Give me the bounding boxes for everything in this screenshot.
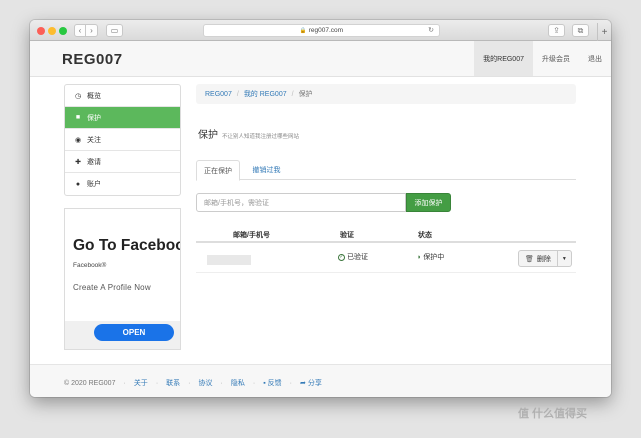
check-circle-icon: ✓ (338, 253, 345, 261)
footer-link-share[interactable]: 分享 (308, 378, 322, 388)
gift-icon: ✚ (75, 158, 81, 166)
footer-separator: · (252, 379, 256, 387)
minimize-window-button[interactable] (48, 27, 56, 35)
footer-separator: · (220, 379, 223, 387)
breadcrumb-home[interactable]: REG007 (205, 91, 232, 98)
sidebar-item-account[interactable]: ● 账户 (65, 173, 180, 195)
tabs-overview-icon[interactable]: ⧉ (572, 24, 589, 37)
breadcrumb: REG007 / 我的 REG007 / 保护 (196, 84, 576, 104)
add-protection-form: 邮箱/手机号，需验证 添加保护 (196, 193, 451, 212)
footer-link-privacy[interactable]: 隐私 (231, 378, 245, 388)
shield-icon: ◗ (417, 253, 422, 261)
reload-icon[interactable]: ↻ (428, 26, 434, 34)
column-header-account: 邮箱/手机号 (233, 232, 270, 239)
nav-upgrade[interactable]: 升级会员 (533, 41, 579, 76)
sidebar-item-follow[interactable]: ◉ 关注 (65, 129, 180, 151)
breadcrumb-separator: / (291, 90, 294, 98)
footer-separator: · (188, 379, 191, 387)
tab-revoked[interactable]: 撤销过我 (244, 160, 289, 180)
site-header: REG007 我的REG007 升级会员 退出 (30, 41, 611, 77)
forward-icon[interactable]: › (86, 24, 98, 37)
column-header-verified: 验证 (340, 232, 354, 239)
delete-label: 删除 (536, 255, 551, 263)
share-icon[interactable]: ⇪ (548, 24, 565, 37)
browser-window: ‹ › ▭ 🔒 reg007.com ↻ ⇪ ⧉ + REG007 我的REG0… (30, 20, 611, 397)
footer-link-terms[interactable]: 协议 (199, 378, 213, 388)
footer-link-feedback[interactable]: 反馈 (268, 378, 282, 388)
url-text: reg007.com (308, 27, 344, 34)
page-heading: 保护 不让别人知道我注册过哪些网站 (198, 126, 299, 141)
tab-protecting[interactable]: 正在保护 (196, 160, 240, 181)
lock-icon: 🔒 (299, 27, 307, 34)
new-tab-button[interactable]: + (597, 23, 611, 41)
sidebar-item-label: 关注 (87, 136, 101, 144)
footer-separator: · (123, 379, 126, 387)
ad-subtitle: Facebook® (73, 262, 107, 269)
site-footer: © 2020 REG007 · 关于 · 联系 · 协议 · 隐私 · ▪ 反馈… (30, 364, 611, 397)
watermark: 值 什么值得买 (518, 408, 588, 420)
sidebar-item-protect[interactable]: ■ 保护 (65, 107, 180, 129)
sidebar-item-label: 概览 (87, 92, 101, 100)
clock-icon: ◷ (74, 92, 82, 100)
add-protection-button[interactable]: 添加保护 (406, 193, 451, 212)
address-bar[interactable]: 🔒 reg007.com ↻ (203, 24, 440, 37)
browser-toolbar: ‹ › ▭ 🔒 reg007.com ↻ ⇪ ⧉ + (30, 20, 611, 41)
footer-link-contact[interactable]: 联系 (166, 378, 180, 388)
chevron-down-icon[interactable]: ▼ (557, 250, 572, 267)
trash-icon: 🗑 (525, 255, 534, 263)
verified-label: 已验证 (347, 254, 368, 261)
ad-title: Go To Facebook (73, 237, 180, 254)
sidebar-item-label: 邀请 (87, 158, 101, 166)
verified-cell: ✓ 已验证 (338, 252, 368, 262)
copyright: © 2020 REG007 (64, 379, 116, 387)
sidebar: ◷ 概览 ■ 保护 ◉ 关注 ✚ 邀请 ● 账户 (64, 84, 181, 196)
account-input[interactable]: 邮箱/手机号，需验证 (196, 193, 406, 212)
user-icon: ● (75, 180, 81, 188)
footer-separator: · (155, 379, 159, 387)
ad-open-button[interactable]: OPEN (94, 324, 174, 341)
close-window-button[interactable] (37, 27, 45, 35)
sidebar-toggle-icon[interactable]: ▭ (106, 24, 123, 37)
table-row: ✓ 已验证 ◗ 保护中 🗑 删除 ▼ (196, 243, 576, 273)
sidebar-item-label: 保护 (87, 114, 101, 122)
lock-icon: ■ (75, 114, 81, 121)
ad-banner[interactable]: Go To Facebook Facebook® Create A Profil… (64, 208, 181, 350)
tab-bar: 正在保护 撤销过我 (196, 160, 576, 181)
page-title: 保护 (198, 130, 218, 141)
share-icon: ➦ (300, 380, 306, 387)
site-logo[interactable]: REG007 (62, 51, 123, 68)
sidebar-item-invite[interactable]: ✚ 邀请 (65, 151, 180, 173)
status-cell: ◗ 保护中 (417, 252, 444, 262)
footer-links: © 2020 REG007 · 关于 · 联系 · 协议 · 隐私 · ▪ 反馈… (64, 378, 322, 388)
breadcrumb-current: 保护 (298, 91, 313, 98)
nav-my-reg007[interactable]: 我的REG007 (474, 41, 533, 76)
page-subtitle: 不让别人知道我注册过哪些网站 (222, 134, 300, 140)
footer-link-about[interactable]: 关于 (134, 378, 148, 388)
comment-icon: ▪ (263, 379, 266, 387)
delete-button-group: 🗑 删除 ▼ (518, 250, 572, 267)
column-header-status: 状态 (418, 232, 432, 239)
eye-icon: ◉ (74, 136, 82, 144)
status-label: 保护中 (423, 254, 445, 261)
zoom-window-button[interactable] (59, 27, 67, 35)
back-icon[interactable]: ‹ (74, 24, 86, 37)
nav-logout[interactable]: 退出 (579, 41, 611, 76)
masked-account (207, 255, 251, 265)
sidebar-item-label: 账户 (87, 181, 101, 188)
sidebar-item-overview[interactable]: ◷ 概览 (65, 85, 180, 107)
breadcrumb-separator: / (236, 90, 239, 98)
protection-table: 邮箱/手机号 验证 状态 ✓ 已验证 ◗ 保护中 🗑 删除 ▼ (196, 225, 576, 273)
ad-tagline: Create A Profile Now (73, 283, 151, 292)
breadcrumb-my-reg007[interactable]: 我的 REG007 (244, 89, 287, 99)
top-nav: 我的REG007 升级会员 退出 (474, 41, 611, 76)
table-header: 邮箱/手机号 验证 状态 (196, 225, 576, 243)
delete-button[interactable]: 🗑 删除 (518, 250, 558, 267)
footer-separator: · (289, 379, 293, 387)
